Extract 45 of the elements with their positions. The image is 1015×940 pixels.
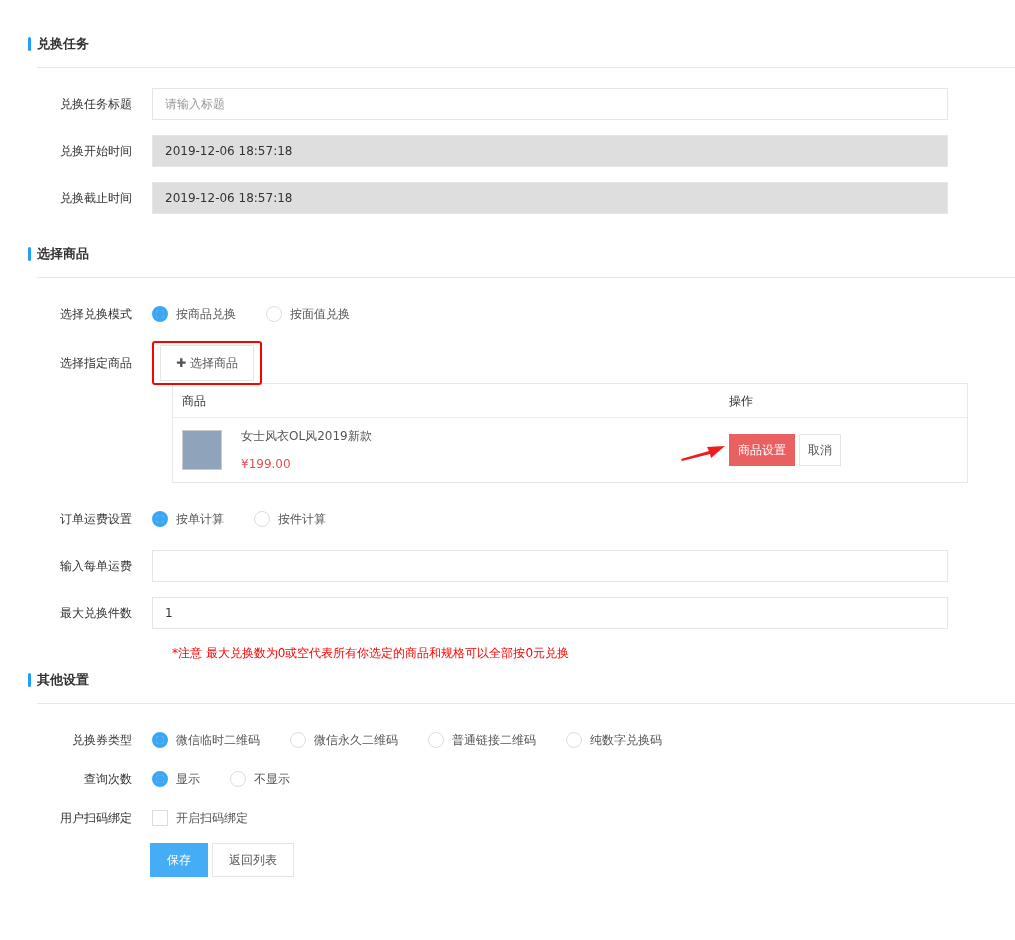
field-label: 兑换截止时间 [59, 190, 133, 207]
back-button[interactable]: 返回列表 [212, 843, 294, 877]
option-label[interactable]: 微信临时二维码 [176, 731, 260, 749]
field-label: 订单运费设置 [59, 511, 133, 528]
section-marker [28, 247, 31, 261]
section-title: 选择商品 [37, 245, 89, 264]
field-label: 查询次数 [83, 771, 133, 788]
option-label[interactable]: 纯数字兑换码 [590, 731, 662, 749]
warning-note: *注意 最大兑换数为0或空代表所有你选定的商品和规格可以全部按0元兑换 [172, 645, 571, 662]
radio-button[interactable] [152, 306, 168, 322]
section-marker [28, 673, 31, 687]
option-label[interactable]: 按商品兑换 [176, 305, 236, 323]
field-label: 兑换券类型 [71, 732, 133, 749]
option-label[interactable]: 显示 [176, 770, 200, 788]
field-label: 兑换任务标题 [59, 96, 133, 113]
field-label: 最大兑换件数 [59, 605, 133, 622]
radio-button[interactable] [152, 732, 168, 748]
select-goods-button[interactable]: ✚ 选择商品 [160, 345, 254, 381]
input-field[interactable]: 请输入标题 [152, 88, 948, 120]
section-title: 兑换任务 [37, 35, 89, 54]
product-name: 女士风衣OL风2019新款 [241, 428, 372, 445]
option-label[interactable]: 微信永久二维码 [314, 731, 398, 749]
input-field[interactable]: 1 [152, 597, 948, 629]
option-label[interactable]: 不显示 [254, 770, 290, 788]
section-marker [28, 37, 31, 51]
checkbox[interactable] [152, 810, 168, 826]
product-price: ¥199.00 [241, 456, 292, 473]
column-header: 操作 [728, 392, 754, 410]
option-label[interactable]: 按单计算 [176, 510, 224, 528]
option-label[interactable]: 按件计算 [278, 510, 326, 528]
cancel-button[interactable]: 取消 [799, 434, 841, 466]
option-label[interactable]: 普通链接二维码 [452, 731, 536, 749]
field-label: 选择指定商品 [59, 355, 133, 372]
checkbox-label[interactable]: 开启扫码绑定 [176, 809, 248, 827]
section-title: 其他设置 [37, 671, 89, 690]
column-header: 商品 [182, 392, 207, 410]
option-label[interactable]: 按面值兑换 [290, 305, 350, 323]
photo-placeholder [182, 430, 222, 470]
field-label: 用户扫码绑定 [59, 810, 133, 827]
field-label: 选择兑换模式 [59, 306, 133, 323]
field-label: 兑换开始时间 [59, 143, 133, 160]
radio-button[interactable] [152, 771, 168, 787]
field-label: 输入每单运费 [59, 558, 133, 575]
input-field[interactable] [152, 550, 948, 582]
radio-button[interactable] [152, 511, 168, 527]
